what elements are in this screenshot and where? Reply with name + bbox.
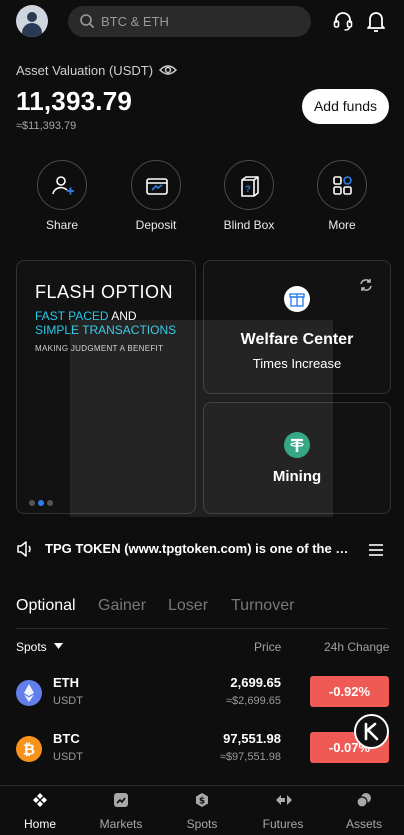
valuation-label: Asset Valuation (USDT): [16, 63, 154, 78]
market-price: 2,699.65: [230, 675, 281, 690]
bitcoin-icon: ₿: [16, 736, 42, 762]
blind-box-action[interactable]: ? Blind Box: [224, 160, 274, 232]
avatar-body: [22, 23, 42, 37]
home-diamond-icon: [33, 793, 47, 807]
nav-label: Markets: [99, 817, 143, 831]
headset-icon[interactable]: [332, 10, 354, 32]
more-label: More: [328, 218, 356, 232]
tab-optional[interactable]: Optional: [16, 597, 76, 615]
nav-markets[interactable]: Markets: [81, 786, 161, 835]
more-action[interactable]: More: [317, 160, 367, 232]
bottom-navigation: Home Markets $ Spots Futures Assets: [0, 785, 404, 835]
carousel-dot-active[interactable]: [38, 500, 44, 506]
markets-chart-icon: [114, 793, 128, 807]
flash-option-title: FLASH OPTION: [35, 282, 174, 302]
refresh-icon[interactable]: [358, 277, 374, 293]
add-funds-button[interactable]: Add funds: [302, 89, 389, 124]
floating-app-logo[interactable]: [354, 714, 389, 749]
market-row-eth[interactable]: ETH USDT 2,699.65 ≈$2,699.65 -0.92%: [0, 670, 404, 720]
share-action[interactable]: Share: [37, 160, 87, 232]
grid-more-icon: [333, 176, 352, 195]
svg-text:$: $: [199, 797, 205, 807]
market-change-badge[interactable]: -0.92%: [310, 676, 389, 707]
deposit-action[interactable]: Deposit: [131, 160, 181, 232]
list-menu-icon[interactable]: [368, 543, 384, 557]
search-input[interactable]: BTC & ETH: [68, 6, 311, 37]
market-symbol: ETH: [53, 675, 79, 690]
balance-value: 11,393.79: [16, 86, 133, 116]
tab-loser[interactable]: Loser: [168, 597, 208, 615]
market-quote: USDT: [53, 751, 83, 763]
announcement-ticker[interactable]: TPG TOKEN (www.tpgtoken.com) is one of t…: [16, 539, 388, 559]
balance-fiat: ≈$11,393.79: [16, 120, 77, 132]
market-price-fiat: ≈$2,699.65: [226, 695, 281, 707]
nav-home[interactable]: Home: [0, 786, 80, 835]
svg-text:?: ?: [245, 184, 251, 194]
caret-down-icon[interactable]: [54, 643, 63, 650]
search-icon: [80, 14, 95, 29]
price-header: Price: [254, 640, 282, 654]
market-price: 97,551.98: [223, 731, 281, 746]
nav-label: Home: [23, 817, 56, 831]
nav-label: Futures: [262, 817, 304, 831]
carousel-dot[interactable]: [29, 500, 35, 506]
carousel-dots: [29, 493, 56, 511]
nav-futures[interactable]: Futures: [243, 786, 323, 835]
deposit-label: Deposit: [135, 218, 177, 232]
ethereum-icon: [16, 680, 42, 706]
nav-assets[interactable]: Assets: [324, 786, 404, 835]
deposit-card-icon: [146, 178, 168, 195]
spots-coin-icon: $: [196, 793, 208, 807]
share-label: Share: [45, 218, 79, 232]
share-circle: [37, 160, 87, 210]
gift-icon: [284, 286, 310, 312]
blind-box-circle: ?: [224, 160, 274, 210]
nav-spots[interactable]: $ Spots: [162, 786, 242, 835]
futures-arrows-icon: [276, 795, 292, 805]
market-price-fiat: ≈$97,551.98: [219, 751, 281, 763]
change-header: 24h Change: [324, 640, 390, 654]
eye-icon[interactable]: [159, 62, 177, 78]
tab-gainer[interactable]: Gainer: [98, 597, 146, 615]
top-header: BTC & ETH: [0, 0, 404, 44]
spots-dropdown[interactable]: Spots: [16, 640, 47, 654]
announcement-text: TPG TOKEN (www.tpgtoken.com) is one of t…: [45, 541, 357, 556]
nav-label: Assets: [345, 817, 382, 831]
watermark-overlay: [70, 320, 333, 517]
blind-box-label: Blind Box: [223, 218, 275, 232]
bell-icon[interactable]: [366, 10, 386, 32]
share-user-icon: [52, 176, 74, 195]
blind-box-icon: ?: [241, 176, 259, 197]
deposit-circle: [131, 160, 181, 210]
market-row-btc[interactable]: ₿ BTC USDT 97,551.98 ≈$97,551.98 -0.07%: [0, 726, 404, 776]
avatar-head: [27, 12, 37, 22]
assets-coins-icon: [356, 793, 371, 808]
market-symbol: BTC: [53, 731, 80, 746]
market-quote: USDT: [53, 695, 83, 707]
more-circle: [317, 160, 367, 210]
tabs-divider: [16, 628, 388, 629]
tab-turnover[interactable]: Turnover: [231, 597, 294, 615]
svg-text:₿: ₿: [23, 741, 35, 759]
speaker-icon: [17, 541, 31, 557]
avatar[interactable]: [16, 5, 48, 37]
search-placeholder: BTC & ETH: [101, 14, 169, 29]
carousel-dot[interactable]: [47, 500, 53, 506]
nav-label: Spots: [186, 817, 218, 831]
